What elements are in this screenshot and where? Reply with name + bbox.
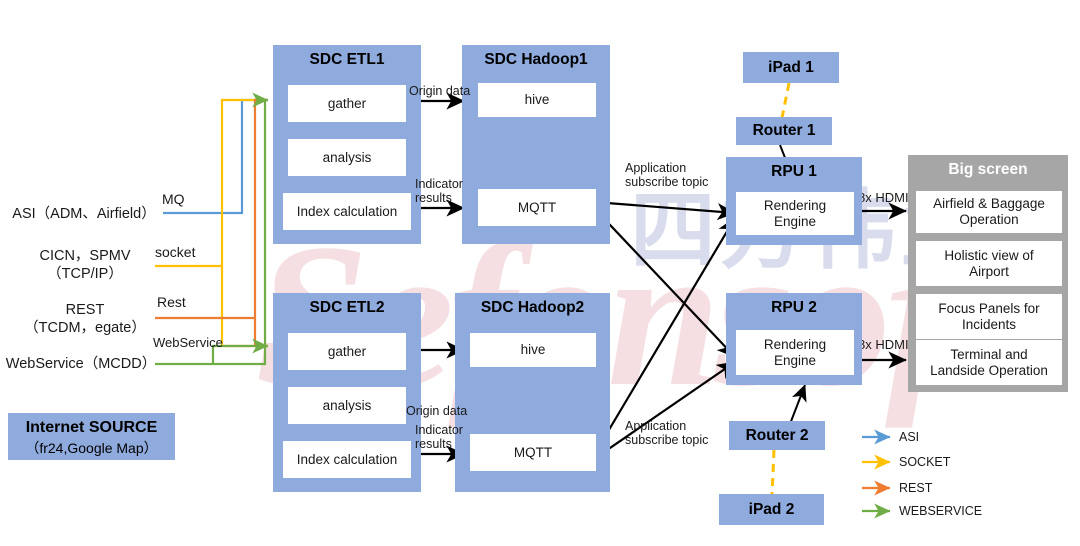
sdc-etl1-title: SDC ETL1 — [309, 51, 385, 68]
etl2-node-index-calculation[interactable]: Index calculation — [283, 441, 411, 478]
source-label-asi: ASI（ADM、Airfield） — [4, 205, 164, 223]
flow-label-subscribe-top: Application subscribe topic — [625, 161, 709, 189]
source-cicn-line1: CICN，SPMV — [39, 248, 131, 264]
source-cicn-line2: （TCP/IP） — [47, 266, 123, 283]
rpu2-rendering-engine[interactable]: Rendering Engine — [736, 330, 854, 375]
source-rest-line1: REST — [65, 302, 105, 318]
flow-label-subscribe-bottom: Application subscribe topic — [625, 419, 709, 447]
device-router-2[interactable]: Router 2 — [729, 421, 825, 450]
big-screen-panel-4[interactable]: Terminal and Landside Operation — [916, 340, 1062, 385]
big-screen-title: Big screen — [948, 161, 1028, 178]
etl2-node-analysis[interactable]: analysis — [288, 387, 406, 424]
internet-source-box: Internet SOURCE （fr24,Google Map） — [8, 413, 175, 460]
sdc-hadoop1-title: SDC Hadoop1 — [484, 51, 588, 68]
protocol-label-socket: socket — [155, 244, 196, 260]
internet-source-subtitle: （fr24,Google Map） — [25, 440, 158, 456]
etl1-node-analysis[interactable]: analysis — [288, 139, 406, 176]
hadoop2-node-hive[interactable]: hive — [470, 333, 596, 367]
internet-source-title: Internet SOURCE — [25, 419, 158, 436]
source-rest-line2: （TCDM，egate） — [24, 320, 146, 337]
flow-label-indicator-2: Indicator results — [415, 423, 463, 451]
protocol-label-mq: MQ — [162, 191, 185, 207]
flow-label-indicator-1: Indicator results — [415, 177, 463, 205]
device-ipad-2[interactable]: iPad 2 — [719, 494, 824, 525]
rpu1-rendering-engine[interactable]: Rendering Engine — [736, 192, 854, 235]
legend-label-asi: ASI — [899, 430, 920, 444]
source-label-webservice: WebService（MCDD） — [2, 355, 160, 373]
hadoop1-node-mqtt[interactable]: MQTT — [478, 189, 596, 226]
sdc-hadoop2-title: SDC Hadoop2 — [480, 299, 585, 316]
hadoop2-node-mqtt[interactable]: MQTT — [470, 434, 596, 471]
legend-label-rest: REST — [899, 481, 933, 495]
source-label-cicn: CICN，SPMV （TCP/IP） — [10, 247, 160, 283]
legend-label-socket: SOCKET — [899, 455, 951, 469]
flow-label-origin-data-2: Origin data — [406, 404, 468, 418]
flow-label-origin-data-1: Origin data — [409, 84, 471, 98]
rpu-1-title: RPU 1 — [771, 163, 817, 180]
source-webservice-text: WebService（MCDD） — [5, 356, 157, 372]
legend-label-webservice: WEBSERVICE — [899, 504, 983, 518]
etl2-node-gather[interactable]: gather — [288, 333, 406, 370]
hadoop1-node-hive[interactable]: hive — [478, 83, 596, 117]
device-ipad-1[interactable]: iPad 1 — [743, 52, 839, 83]
protocol-label-rest: Rest — [157, 294, 186, 310]
rpu-2-title: RPU 2 — [771, 299, 817, 316]
source-label-rest: REST （TCDM，egate） — [10, 301, 160, 337]
flow-label-hdmi-1: 8x HDMI — [858, 190, 909, 205]
big-screen-panel-2[interactable]: Holistic view of Airport — [916, 241, 1062, 286]
sdc-etl2-title: SDC ETL2 — [309, 299, 385, 316]
flow-label-hdmi-2: 8x HDMI — [858, 337, 909, 352]
etl1-node-index-calculation[interactable]: Index calculation — [283, 193, 411, 230]
etl1-node-gather[interactable]: gather — [288, 85, 406, 122]
diagram-canvas: 四方伟业 Sefonsoft — [0, 0, 1080, 546]
protocol-label-webservice: WebService — [153, 335, 223, 350]
big-screen-panel-1[interactable]: Airfield & Baggage Operation — [916, 191, 1062, 233]
device-router-1[interactable]: Router 1 — [736, 117, 832, 145]
source-asi-text: ASI（ADM、Airfield） — [12, 206, 156, 222]
big-screen-panel-3[interactable]: Focus Panels for Incidents — [916, 294, 1062, 339]
